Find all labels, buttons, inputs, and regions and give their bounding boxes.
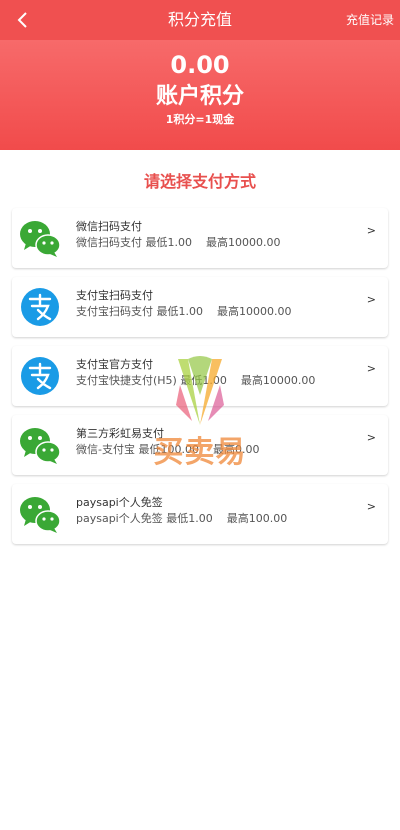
wechat-icon [20, 428, 61, 464]
payment-desc-name: 支付宝扫码支付 [76, 305, 153, 318]
payment-method-name: 微信扫码支付 [76, 220, 142, 233]
top-bar: 积分充值 充值记录 [0, 0, 400, 40]
payment-method-item[interactable]: 微信扫码支付 微信扫码支付 最低1.00 最高10000.00 > [12, 208, 388, 268]
chevron-right-icon: > [366, 431, 376, 444]
chevron-right-icon: > [366, 224, 376, 237]
payment-min-amount: 最低1.00 [166, 512, 213, 525]
balance-amount: 0.00 [170, 51, 230, 79]
payment-max-amount: 最高10000.00 [217, 305, 292, 318]
payment-max-amount: 最高100.00 [226, 512, 288, 525]
payment-min-amount: 最低1.00 [145, 236, 193, 249]
payment-max-amount: 最高10000.00 [240, 374, 316, 387]
payment-method-name: paysapi个人免签 [76, 496, 163, 509]
page-title: 积分充值 [167, 10, 232, 29]
payment-method-item[interactable]: paysapi个人免签 paysapi个人免签 最低1.00 最高100.00 > [12, 484, 388, 544]
wechat-icon [20, 221, 61, 257]
chevron-right-icon: > [366, 362, 376, 375]
payment-method-item[interactable]: 支付宝官方支付 支付宝快捷支付(H5) 最低1.00 最高10000.00 > [12, 346, 388, 406]
payment-method-name: 支付宝扫码支付 [76, 289, 153, 302]
balance-label: 账户积分 [155, 84, 244, 109]
payment-method-desc: 支付宝快捷支付(H5) 最低1.00 最高10000.00 [76, 374, 315, 388]
payment-min-amount: 最低1.00 [180, 374, 227, 387]
payment-max-amount: 最高0.00 [212, 443, 260, 456]
alipay-icon [21, 357, 59, 395]
payment-method-desc: paysapi个人免签 最低1.00 最高100.00 [76, 512, 287, 526]
payment-desc-name: paysapi个人免签 [76, 512, 163, 525]
payment-method-heading: 请选择支付方式 [143, 172, 256, 191]
payment-min-amount: 最低100.00 [138, 443, 199, 456]
chevron-right-icon: > [366, 293, 376, 306]
payment-max-amount: 最高10000.00 [206, 236, 281, 249]
payment-method-desc: 微信-支付宝 最低100.00 最高0.00 [76, 443, 259, 457]
wechat-icon [20, 497, 61, 533]
payment-desc-name: 微信扫码支付 [76, 236, 142, 249]
recharge-history-link[interactable]: 充值记录 [346, 0, 394, 40]
payment-method-list: 微信扫码支付 微信扫码支付 最低1.00 最高10000.00 > 支付宝扫码支付… [12, 208, 388, 553]
exchange-rate-text: 1积分=1现金 [165, 113, 235, 126]
payment-method-item[interactable]: 支付宝扫码支付 支付宝扫码支付 最低1.00 最高10000.00 > [12, 277, 388, 337]
balance-panel: 0.00 账户积分 1积分=1现金 [0, 40, 400, 150]
payment-method-item[interactable]: 第三方彩虹易支付 微信-支付宝 最低100.00 最高0.00 > [12, 415, 388, 475]
payment-desc-name: 支付宝快捷支付(H5) [76, 374, 177, 387]
payment-method-desc: 微信扫码支付 最低1.00 最高10000.00 [76, 236, 281, 250]
payment-min-amount: 最低1.00 [156, 305, 204, 318]
payment-method-name: 支付宝官方支付 [76, 358, 153, 371]
payment-method-name: 第三方彩虹易支付 [76, 427, 164, 440]
recharge-page: 积分充值 充值记录 0.00 账户积分 1积分=1现金 请选择支付方式 微信扫码… [0, 0, 400, 830]
chevron-right-icon: > [366, 500, 376, 513]
payment-method-desc: 支付宝扫码支付 最低1.00 最高10000.00 [76, 305, 292, 319]
payment-desc-name: 微信-支付宝 [76, 443, 135, 456]
alipay-icon [21, 288, 59, 326]
